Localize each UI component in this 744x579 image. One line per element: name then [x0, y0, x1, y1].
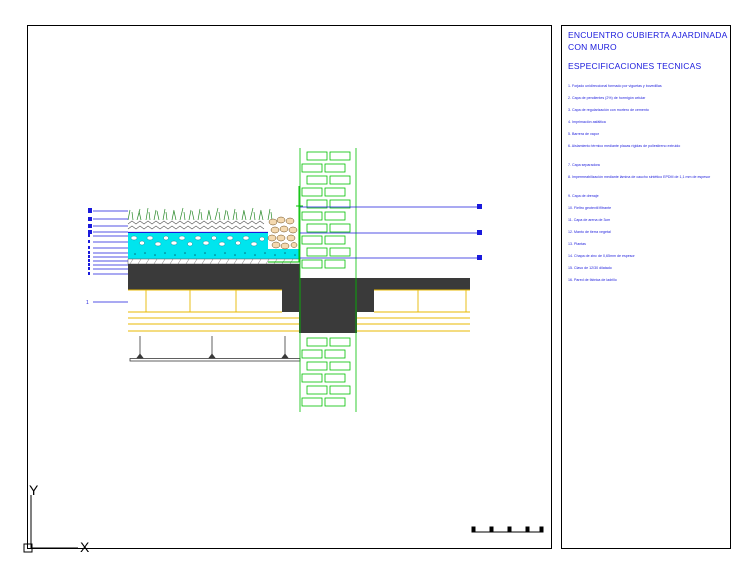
spec-item: 14. Chapa de zinc de 0,65mm de espesor [568, 254, 635, 258]
beam-lower [299, 312, 357, 333]
callout-1: 1 [86, 300, 89, 306]
spec-item: 9. Capa de drenaje [568, 194, 599, 198]
title-line-2: CON MURO [568, 42, 617, 52]
spec-item: 3. Capa de regularización con mortero de… [568, 108, 649, 112]
title-block-frame [561, 25, 731, 549]
spec-item: 6. Aislamiento térmico mediante placas r… [568, 144, 681, 148]
spec-item: 8. Impermeabilización mediante lámina de… [568, 175, 711, 179]
spec-item: 1. Forjado unidireccional formado por vi… [568, 84, 662, 88]
scale-bar [471, 526, 544, 533]
ucs-icon [23, 495, 78, 553]
spec-item: 13. Plantas [568, 242, 586, 246]
slab-wide [128, 278, 470, 290]
ucs-y-label: Y [29, 482, 39, 498]
spec-item: 15. Clavo de 12/30 dilatado [568, 266, 612, 270]
right-leader-markers [477, 204, 482, 260]
insulation-layer [128, 249, 300, 259]
slab [128, 264, 300, 278]
plants-layer [127, 207, 273, 221]
drainage-layer [128, 233, 268, 249]
beam [282, 290, 374, 312]
spec-item: 5. Barrera de vapor [568, 132, 599, 136]
spec-item: 11. Capa de arena de 3cm [568, 218, 611, 222]
spec-item: 7. Capa separadora [568, 163, 600, 167]
spec-item: 2. Capa de pendientes (2%) de hormigón c… [568, 96, 646, 100]
spec-item: 12. Manto de tierra vegetal [568, 230, 611, 234]
gravel-edge [267, 216, 298, 250]
spec-item: 10. Fieltro geotextil filtrante [568, 206, 612, 210]
suspended-ceiling [129, 336, 301, 362]
title-line-1: ENCUENTRO CUBIERTA AJARDINADA [568, 30, 728, 40]
left-leaders [93, 210, 128, 303]
spec-item: 16. Pared de fábrica de ladrillo [568, 278, 617, 282]
left-leader-markers [88, 208, 92, 275]
ucs-x-label: X [80, 539, 90, 555]
subtitle: ESPECIFICACIONES TECNICAS [568, 61, 702, 71]
spec-item: 4. Imprimación asfáltica [568, 120, 606, 124]
